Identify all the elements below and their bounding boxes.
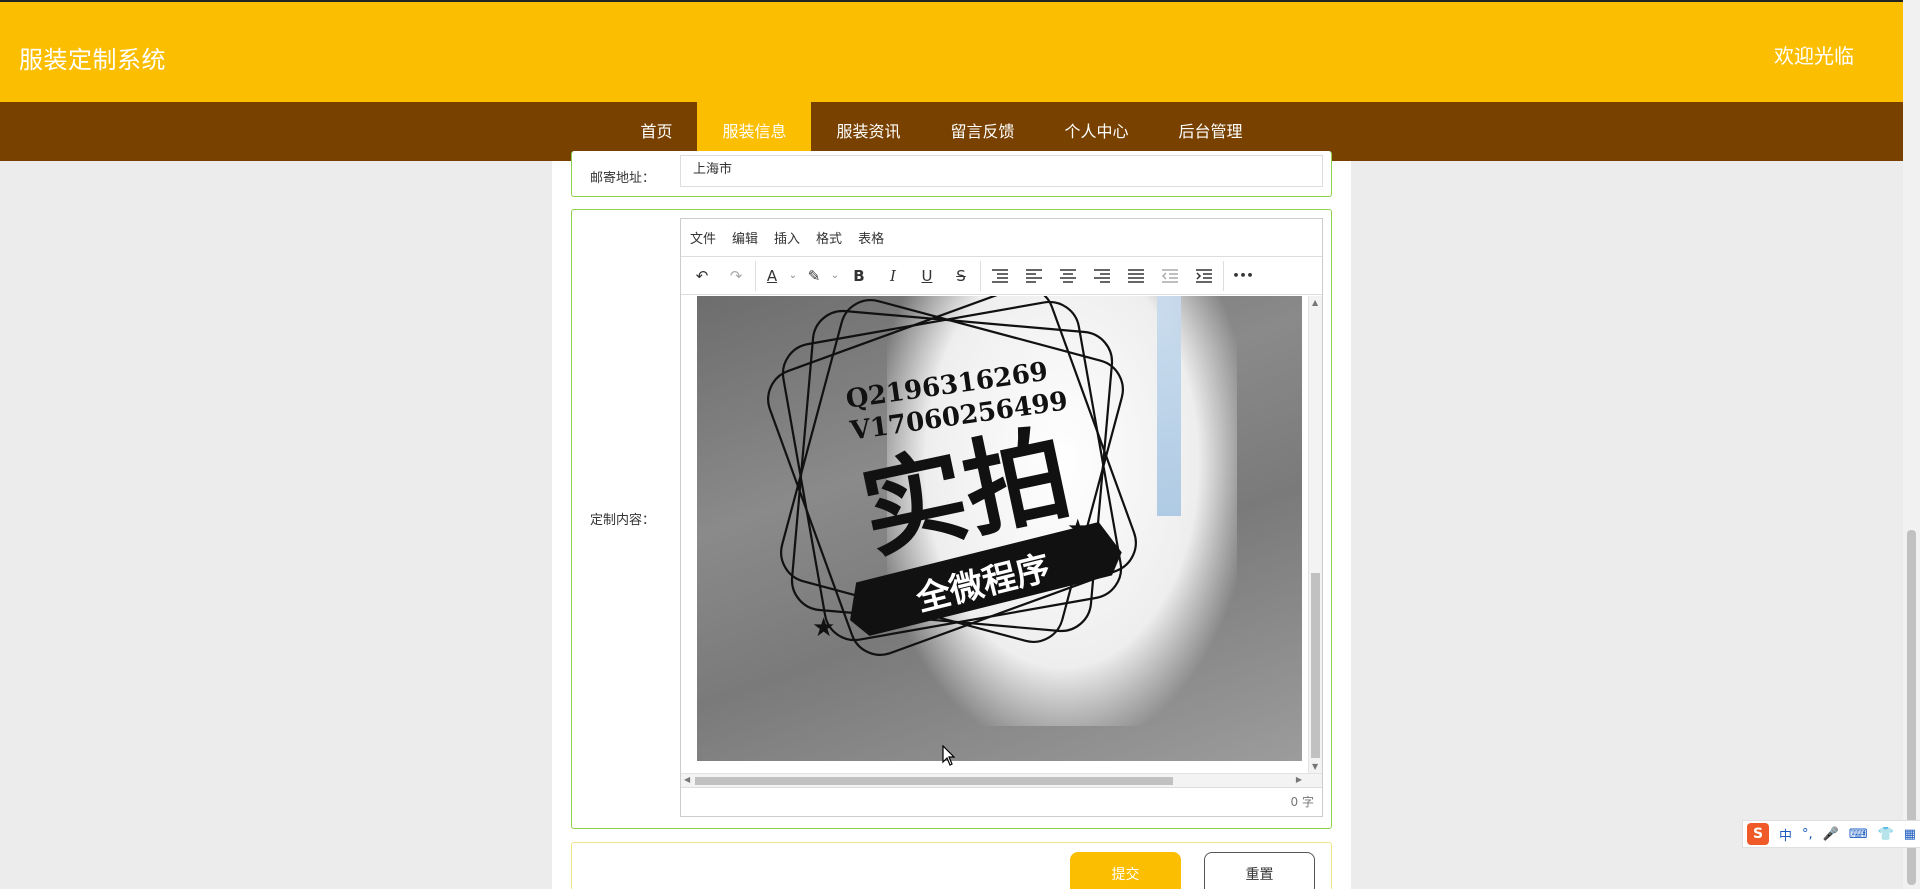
align-justify-icon[interactable] bbox=[1119, 261, 1153, 291]
chevron-down-icon[interactable]: ⌄ bbox=[786, 261, 800, 291]
sogou-logo-icon[interactable]: S bbox=[1747, 823, 1769, 845]
address-label: 邮寄地址： bbox=[590, 171, 656, 186]
reset-button[interactable]: 重置 bbox=[1204, 852, 1315, 889]
page-scrollbar[interactable] bbox=[1903, 0, 1920, 889]
redo-icon[interactable]: ↷ bbox=[719, 261, 753, 291]
menu-table[interactable]: 表格 bbox=[857, 226, 885, 249]
top-header: 服装定制系统 欢迎光临 bbox=[0, 0, 1903, 102]
site-title[interactable]: 服装定制系统 bbox=[19, 40, 166, 75]
toolbar-divider bbox=[1223, 260, 1224, 291]
content-photo: Q2196316269 V17060256499 实拍 全微程序 ★ ★ bbox=[697, 296, 1302, 761]
bold-icon[interactable]: B bbox=[842, 261, 876, 291]
more-icon[interactable]: ••• bbox=[1226, 261, 1260, 291]
ime-toolbar: S 中 °, 🎤 ⌨ 👕 ▦ bbox=[1742, 820, 1920, 848]
ribbon-shape bbox=[1157, 296, 1181, 516]
content-row: 定制内容： 文件 编辑 插入 格式 表格 ↶ ↷ A ⌄ ✎ ⌄ B I U S bbox=[571, 209, 1332, 829]
editor-toolbar: ↶ ↷ A ⌄ ✎ ⌄ B I U S ••• bbox=[681, 257, 1322, 295]
welcome-text: 欢迎光临 bbox=[1774, 44, 1854, 68]
grid-icon[interactable]: ▦ bbox=[1904, 827, 1916, 842]
scroll-thumb[interactable] bbox=[695, 777, 1173, 785]
editor-menubar: 文件 编辑 插入 格式 表格 bbox=[681, 219, 1322, 257]
address-row: 邮寄地址： 上海市 bbox=[571, 151, 1332, 197]
form-card: 邮寄地址： 上海市 定制内容： 文件 编辑 插入 格式 表格 ↶ ↷ A ⌄ ✎… bbox=[552, 151, 1351, 889]
scroll-right-icon[interactable]: ▶ bbox=[1296, 775, 1302, 784]
align-left-icon[interactable] bbox=[1017, 261, 1051, 291]
scroll-up-icon[interactable]: ▲ bbox=[1312, 298, 1318, 307]
star-icon: ★ bbox=[1067, 514, 1089, 542]
toolbar-divider bbox=[755, 260, 756, 291]
menu-file[interactable]: 文件 bbox=[689, 226, 717, 249]
star-icon: ★ bbox=[812, 613, 835, 643]
strikethrough-icon[interactable]: S bbox=[944, 261, 978, 291]
align-center-icon[interactable] bbox=[1051, 261, 1085, 291]
indent-icon[interactable] bbox=[1187, 261, 1221, 291]
microphone-icon[interactable]: 🎤 bbox=[1823, 827, 1839, 842]
word-count: 0 字 bbox=[681, 787, 1322, 816]
underline-icon[interactable]: U bbox=[910, 261, 944, 291]
undo-icon[interactable]: ↶ bbox=[685, 261, 719, 291]
toolbar-divider bbox=[980, 260, 981, 291]
outdent-icon[interactable] bbox=[1153, 261, 1187, 291]
mouse-cursor-icon bbox=[942, 745, 956, 766]
editor-horizontal-scrollbar[interactable]: ◀ ▶ bbox=[681, 773, 1322, 787]
buttons-row: 提交 重置 bbox=[571, 842, 1332, 889]
menu-edit[interactable]: 编辑 bbox=[731, 226, 759, 249]
chevron-down-icon[interactable]: ⌄ bbox=[828, 261, 842, 291]
editor-vertical-scrollbar[interactable]: ▲ ▼ bbox=[1308, 296, 1322, 773]
ime-punct-toggle[interactable]: °, bbox=[1802, 827, 1813, 842]
submit-button[interactable]: 提交 bbox=[1070, 852, 1181, 889]
line-height-icon[interactable] bbox=[983, 261, 1017, 291]
editor-content-area[interactable]: Q2196316269 V17060256499 实拍 全微程序 ★ ★ ▲ ▼ bbox=[681, 296, 1322, 773]
menu-insert[interactable]: 插入 bbox=[773, 226, 801, 249]
menu-format[interactable]: 格式 bbox=[815, 226, 843, 249]
italic-icon[interactable]: I bbox=[876, 261, 910, 291]
scroll-thumb[interactable] bbox=[1311, 573, 1320, 758]
scroll-down-icon[interactable]: ▼ bbox=[1312, 762, 1318, 771]
ime-lang-toggle[interactable]: 中 bbox=[1779, 825, 1792, 844]
content-label: 定制内容： bbox=[590, 513, 656, 528]
address-input[interactable]: 上海市 bbox=[680, 155, 1323, 187]
keyboard-icon[interactable]: ⌨ bbox=[1849, 827, 1868, 842]
rich-text-editor: 文件 编辑 插入 格式 表格 ↶ ↷ A ⌄ ✎ ⌄ B I U S ••• Q… bbox=[680, 218, 1323, 817]
watermark-stamp: Q2196316269 V17060256499 实拍 全微程序 ★ ★ bbox=[767, 296, 1137, 656]
font-color-icon[interactable]: A bbox=[758, 261, 786, 291]
highlight-color-icon[interactable]: ✎ bbox=[800, 261, 828, 291]
skin-icon[interactable]: 👕 bbox=[1878, 827, 1894, 842]
scroll-left-icon[interactable]: ◀ bbox=[684, 775, 690, 784]
align-right-icon[interactable] bbox=[1085, 261, 1119, 291]
